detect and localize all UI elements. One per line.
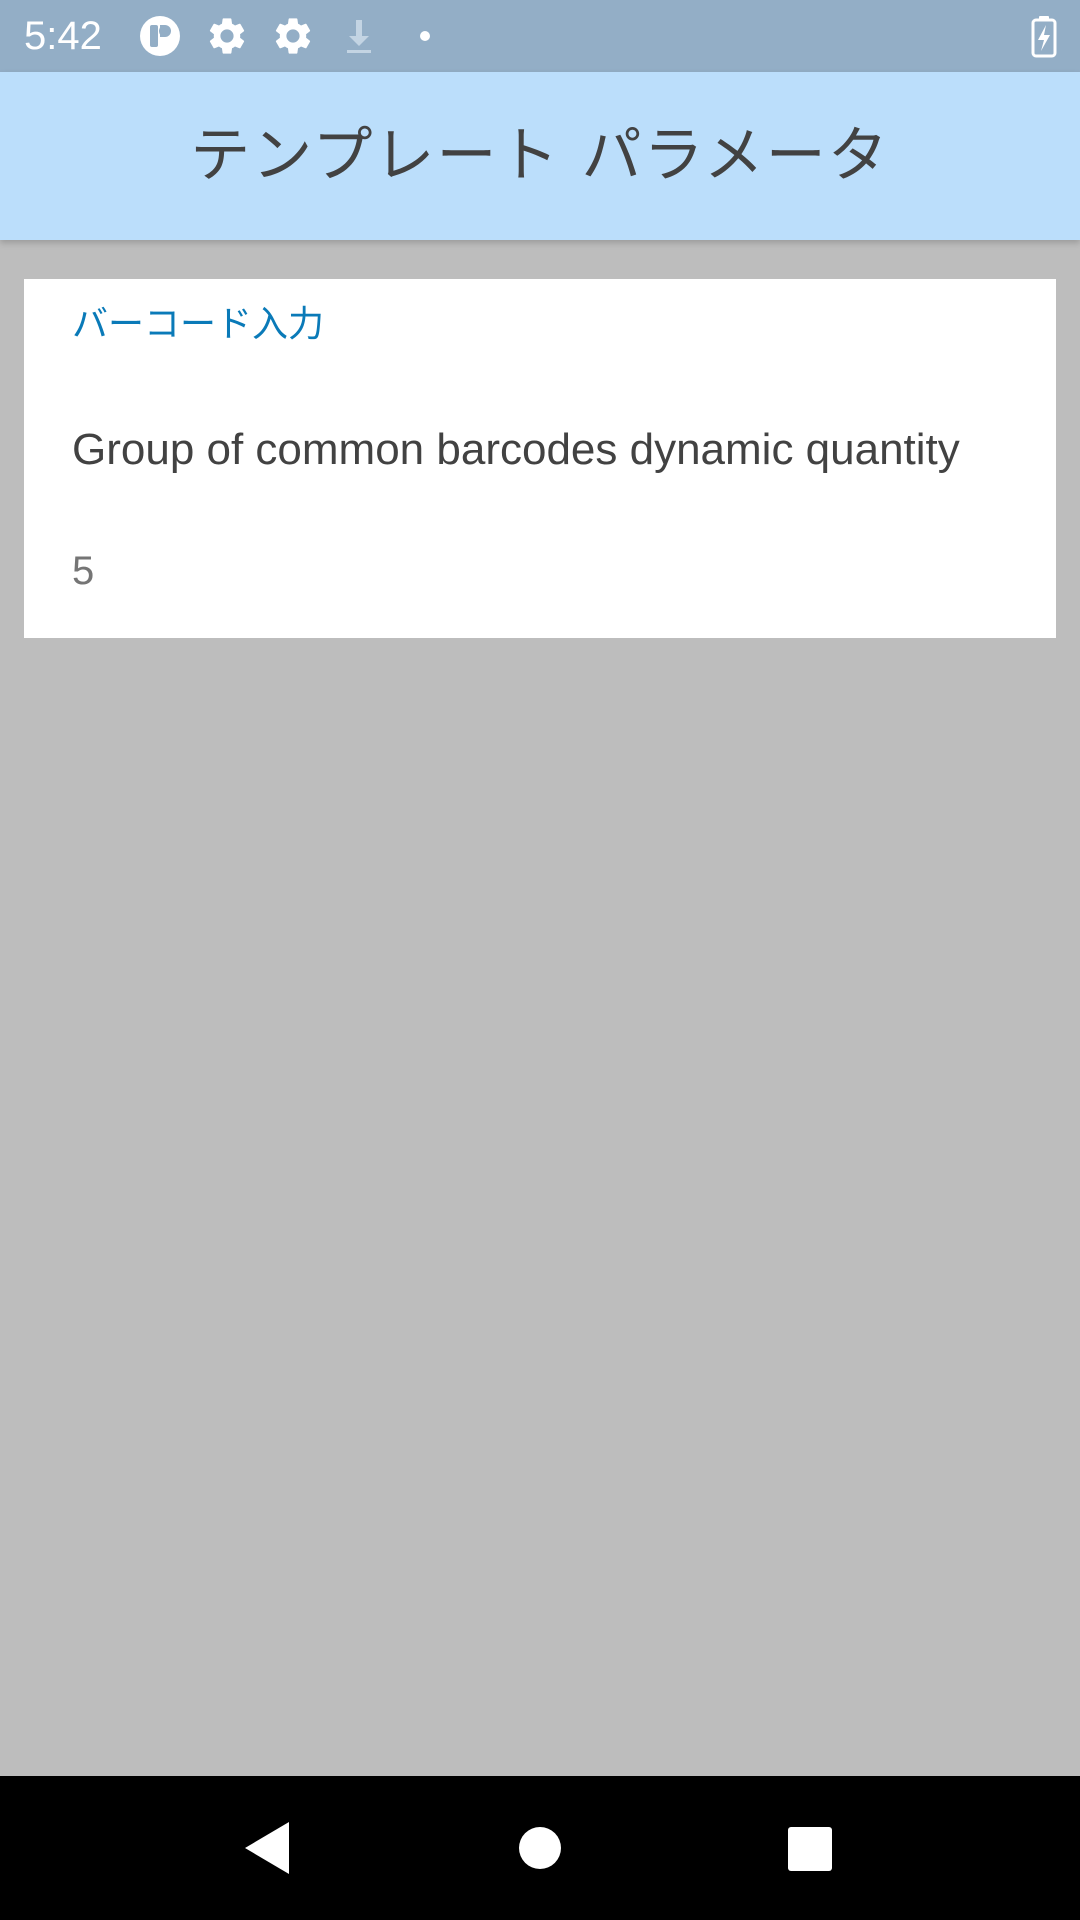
home-icon[interactable] [502,1810,578,1886]
page-title: テンプレート パラメータ [190,121,890,191]
app-notification-icon [138,14,182,58]
settings-icon [205,14,249,58]
app-bar: テンプレート パラメータ [0,72,1080,240]
navigation-bar [0,1776,1080,1920]
preference-title: Group of common barcodes dynamic quantit… [72,425,960,474]
recents-icon[interactable] [771,1810,847,1886]
download-icon [337,14,381,58]
preferences-card: バーコード入力 Group of common barcodes dynamic… [24,279,1056,638]
status-bar: 5:42 [0,0,1080,72]
battery-charging-icon [1022,14,1066,58]
back-icon[interactable] [229,1810,305,1886]
preference-summary: 5 [72,549,95,593]
dot-icon [403,14,447,58]
settings-icon [271,14,315,58]
category-label: バーコード入力 [72,304,325,345]
status-time: 5:42 [24,14,102,58]
